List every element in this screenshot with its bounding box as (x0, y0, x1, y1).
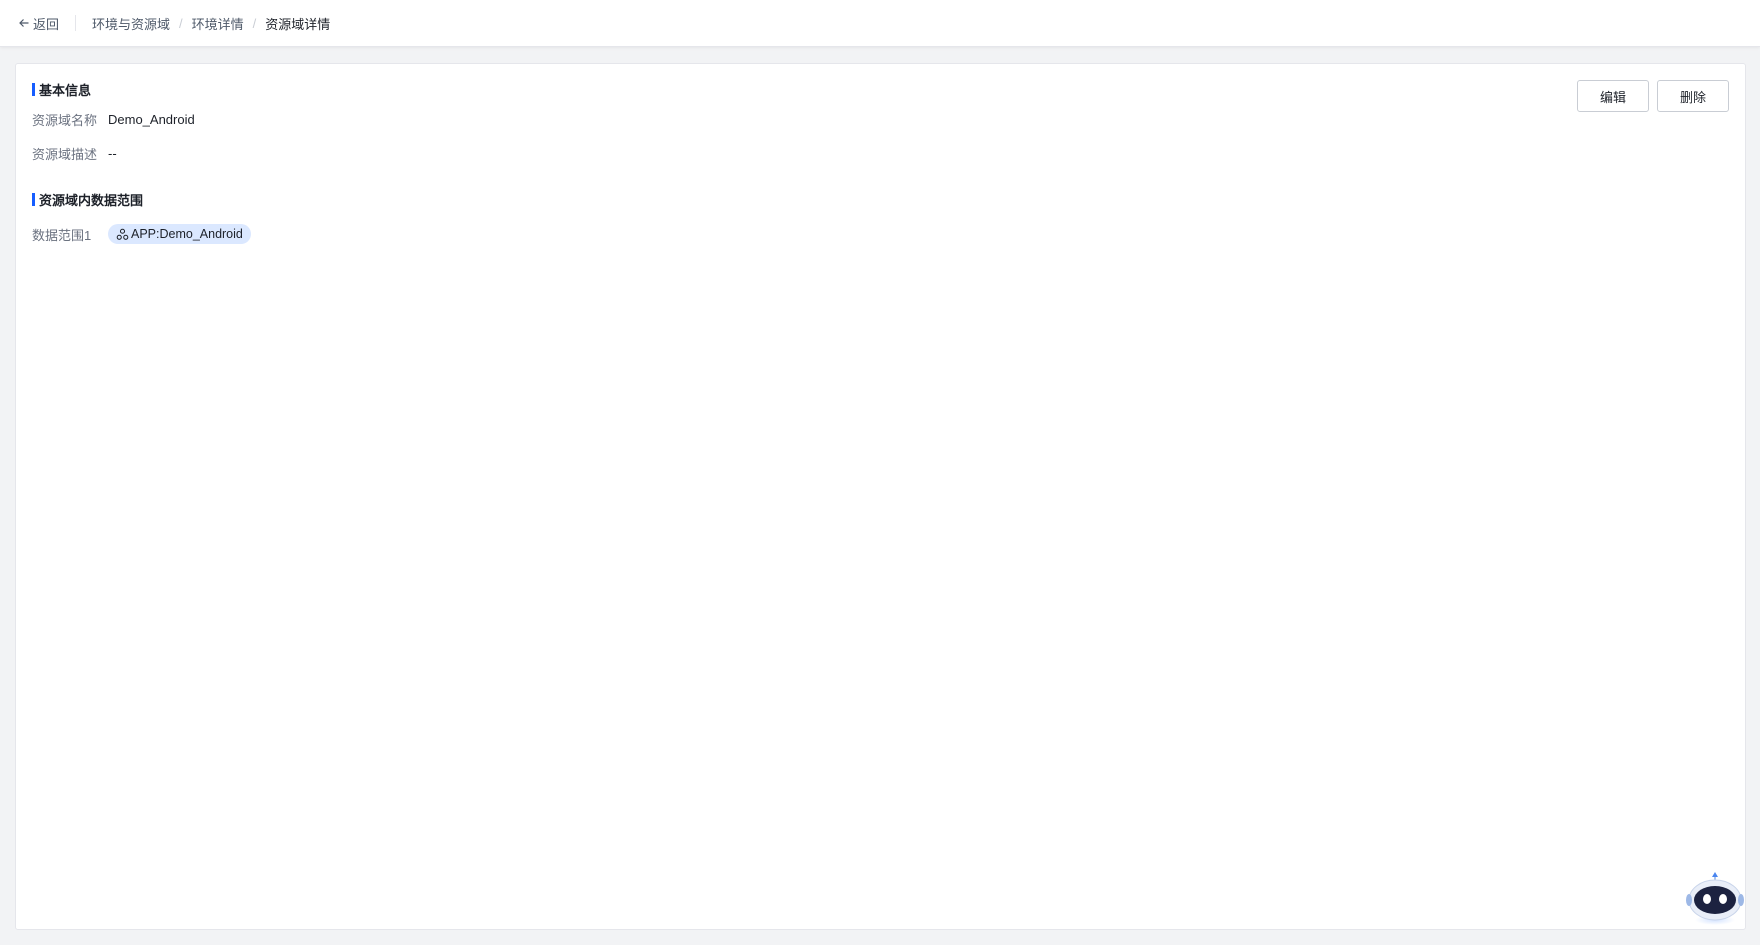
detail-card: 基本信息 资源域名称 Demo_Android 资源域描述 -- 资源域内数据范… (15, 63, 1746, 930)
edit-button[interactable]: 编辑 (1577, 80, 1649, 112)
data-scope-title-text: 资源域内数据范围 (39, 192, 144, 208)
data-scope-tag: APP:Demo_Android (108, 224, 251, 244)
arrow-left-icon (19, 19, 29, 27)
description-value: -- (108, 145, 117, 161)
data-scope-tag-text: APP:Demo_Android (131, 227, 243, 241)
section-accent-bar (32, 192, 35, 206)
back-button[interactable]: 返回 (18, 15, 77, 32)
description-label: 资源域描述 (32, 146, 98, 162)
section-accent-bar (32, 82, 35, 96)
back-label: 返回 (33, 16, 60, 32)
breadcrumb: 环境与资源域 / 环境详情 / 资源域详情 (76, 14, 330, 33)
description-row: 资源域描述 -- (32, 143, 117, 163)
top-header: 返回 环境与资源域 / 环境详情 / 资源域详情 (0, 0, 1760, 47)
breadcrumb-item-current: 资源域详情 (265, 16, 331, 32)
breadcrumb-item-env-detail[interactable]: 环境详情 (192, 14, 244, 33)
breadcrumb-separator: / (179, 15, 183, 31)
data-scope-row: 数据范围1 APP:Demo_Android (32, 224, 251, 244)
name-label: 资源域名称 (32, 112, 98, 128)
app-cluster-icon (116, 228, 129, 240)
basic-info-title: 基本信息 (32, 81, 92, 98)
breadcrumb-separator: / (252, 15, 257, 31)
robot-assistant-icon[interactable] (1686, 870, 1744, 928)
delete-button[interactable]: 删除 (1657, 80, 1729, 112)
name-row: 资源域名称 Demo_Android (32, 109, 195, 129)
data-scope-label: 数据范围1 (32, 227, 92, 243)
basic-info-title-text: 基本信息 (39, 82, 92, 98)
name-value: Demo_Android (108, 111, 195, 127)
breadcrumb-item-env-resource[interactable]: 环境与资源域 (92, 14, 170, 33)
data-scope-title: 资源域内数据范围 (32, 191, 144, 208)
